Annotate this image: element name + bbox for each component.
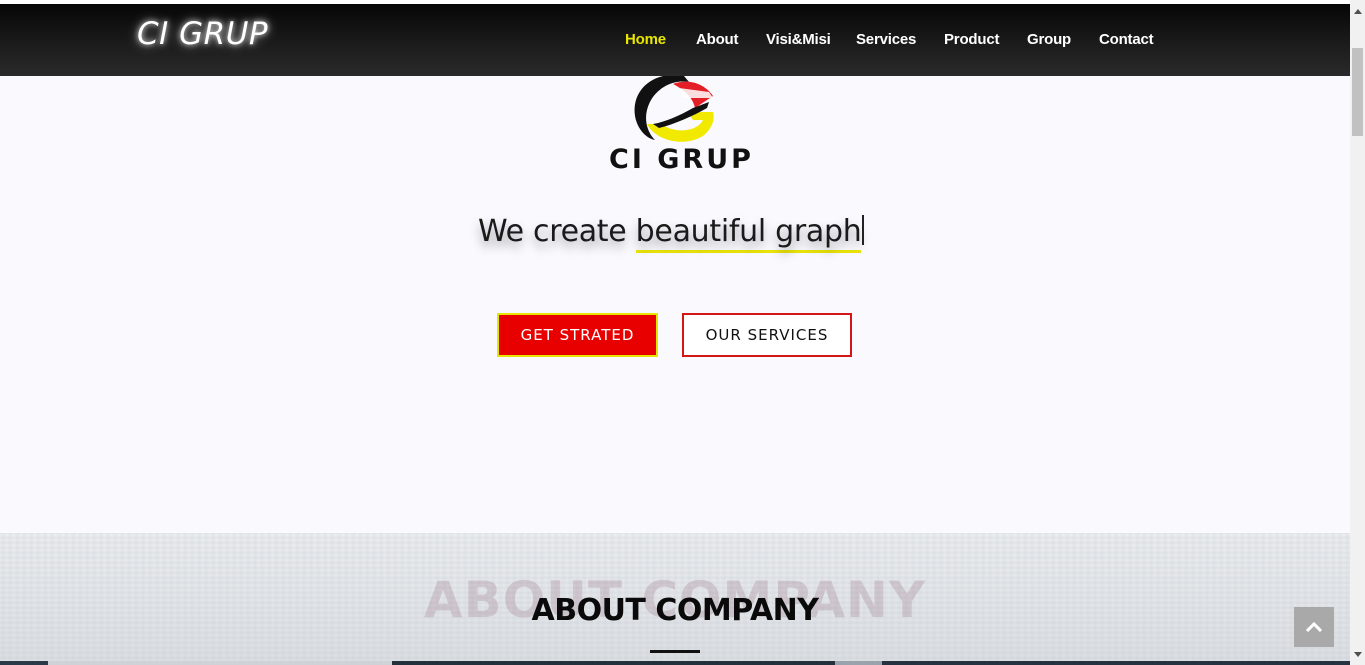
get-started-button[interactable]: GET STRATED [497,313,658,357]
nav-item-product[interactable]: Product [944,31,999,48]
navbar: CI GRUP Home About Visi&Misi Services Pr… [0,4,1350,76]
nav-item-group[interactable]: Group [1027,31,1071,48]
logo-text: CI GRUP [609,144,754,175]
logo-emblem-icon [634,74,714,142]
our-services-button[interactable]: OUR SERVICES [682,313,852,357]
scrollbar-thumb[interactable] [1352,48,1363,136]
nav-item-contact[interactable]: Contact [1099,31,1154,48]
nav-item-services[interactable]: Services [856,31,916,48]
typing-caret [862,215,865,245]
tagline-typed-text: beautiful graph [635,214,862,253]
scroll-to-top-button[interactable] [1294,607,1334,647]
image-strip [0,661,1350,665]
hero-tagline: We create beautiful graph [478,214,865,254]
scroll-down-arrow-icon[interactable] [1350,647,1365,661]
about-section: ABOUT COMPANY ABOUT COMPANY [0,533,1350,665]
page-scrollbar[interactable] [1350,0,1365,665]
company-logo: CI GRUP [609,68,754,186]
nav-item-visi-misi[interactable]: Visi&Misi [766,31,831,48]
chevron-up-icon [1306,622,1322,632]
about-title: ABOUT COMPANY [531,593,819,628]
hero-section: CI GRUP We create beautiful graph GET ST… [0,74,1350,533]
nav-item-home[interactable]: Home [625,31,666,48]
title-divider [650,650,700,653]
scroll-up-arrow-icon[interactable] [1350,4,1365,18]
nav-item-about[interactable]: About [696,31,739,48]
nav-menu: Home About Visi&Misi Services Product Gr… [0,31,1350,51]
tagline-prefix: We create [478,214,636,249]
